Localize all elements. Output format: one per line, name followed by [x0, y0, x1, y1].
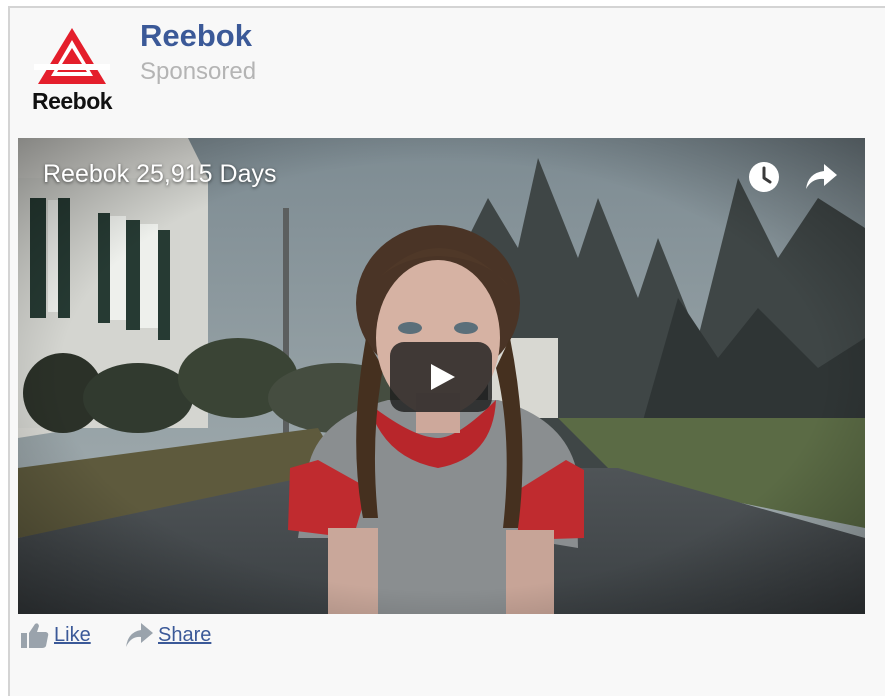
like-label[interactable]: Like — [54, 624, 91, 647]
video-player[interactable]: Reebok 25,915 Days — [18, 138, 865, 614]
reebok-delta-logo-icon — [34, 28, 110, 84]
share-action[interactable]: Share — [124, 620, 211, 650]
share-arrow-icon[interactable] — [804, 162, 838, 192]
clock-icon[interactable] — [747, 160, 781, 194]
play-icon — [431, 364, 455, 390]
video-title: Reebok 25,915 Days — [43, 160, 277, 188]
sponsored-post-card: Reebok Reebok Sponsored Reebok 25,915 Da… — [8, 6, 885, 696]
share-label[interactable]: Share — [158, 624, 211, 647]
brand-name-link[interactable]: Reebok — [140, 18, 252, 54]
logo-wordmark: Reebok — [31, 88, 113, 114]
like-action[interactable]: Like — [20, 620, 91, 650]
play-button[interactable] — [390, 342, 492, 412]
reebok-logo[interactable]: Reebok — [24, 26, 120, 118]
sponsored-label: Sponsored — [140, 58, 257, 85]
share-arrow-icon — [126, 623, 153, 647]
thumbs-up-icon — [21, 623, 49, 648]
